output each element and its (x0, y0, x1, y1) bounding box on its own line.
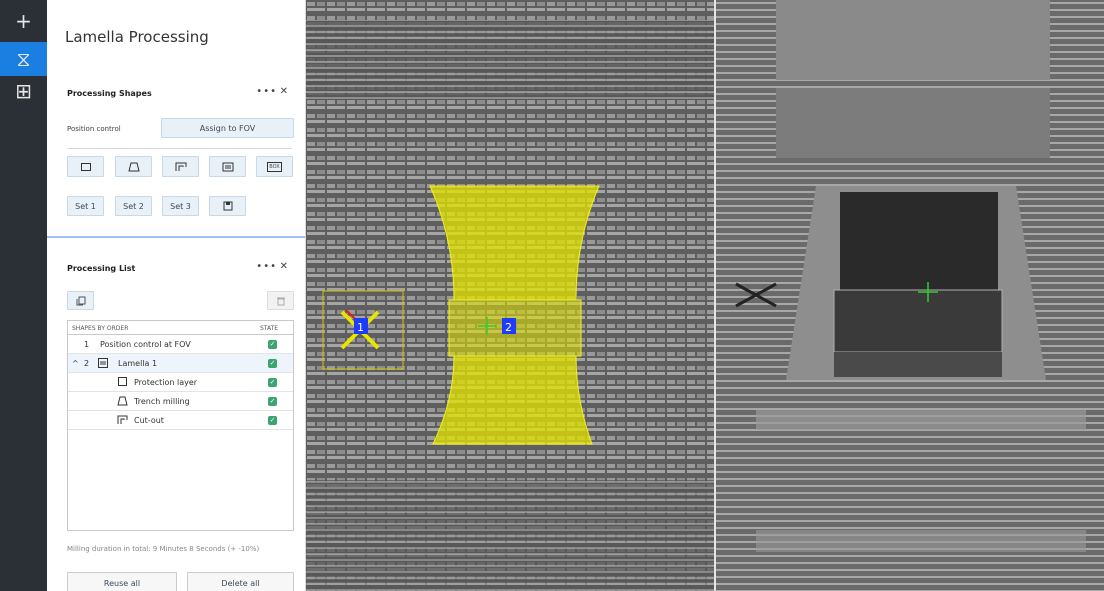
table-row[interactable]: ^ 2 Lamella 1 ✓ (68, 354, 293, 373)
shapes-menu-icon[interactable]: ••• (256, 86, 277, 97)
trapezoid-icon (117, 396, 128, 406)
lamella-icon (222, 162, 233, 171)
marker-2-label: 2 (505, 321, 512, 334)
add-icon[interactable]: + (0, 4, 47, 38)
delete-row-button[interactable] (267, 291, 294, 310)
delete-all-button[interactable]: Delete all (187, 572, 294, 591)
cut-out-icon (117, 415, 128, 424)
row-index: 2 (84, 359, 90, 368)
column-header-state: STATE (260, 325, 279, 332)
trapezoid-icon (127, 162, 140, 171)
hourglass-icon[interactable]: ⧖ (0, 42, 47, 76)
processing-panel: Lamella Processing Processing Shapes •••… (47, 0, 306, 591)
list-section-title: Processing List (67, 264, 136, 273)
sem-view-primary[interactable]: 1 2 (306, 0, 714, 591)
state-check-icon[interactable]: ✓ (268, 378, 277, 387)
sem-image-secondary (716, 0, 1104, 591)
assign-to-fov-button[interactable]: Assign to FOV (161, 118, 294, 138)
row-label: Lamella 1 (118, 359, 158, 368)
list-menu-icon[interactable]: ••• (256, 261, 277, 272)
rectangle-shape-button[interactable] (67, 156, 104, 177)
sem-image-primary: 1 2 (306, 0, 714, 591)
set-2-button[interactable]: Set 2 (115, 196, 152, 216)
table-row[interactable]: 1 Position control at FOV ✓ (68, 335, 293, 354)
table-header: SHAPES BY ORDER STATE (68, 321, 293, 335)
section-divider (47, 236, 305, 238)
save-set-button[interactable] (209, 196, 246, 216)
row-index: 1 (84, 340, 90, 349)
lamella-icon (98, 358, 108, 368)
row-label: Trench milling (134, 397, 190, 406)
state-check-icon[interactable]: ✓ (268, 359, 277, 368)
lamella-shape-button[interactable] (209, 156, 246, 177)
row-label: Position control at FOV (100, 340, 191, 349)
shapes-close-icon[interactable]: ✕ (280, 86, 289, 97)
rectangle-icon (80, 162, 91, 171)
rectangle-icon (118, 377, 127, 386)
list-close-icon[interactable]: ✕ (280, 261, 289, 272)
copy-icon (76, 296, 85, 305)
trapezoid-shape-button[interactable] (115, 156, 152, 177)
box-shape-button[interactable]: BOX (256, 156, 293, 177)
column-header-shapes: SHAPES BY ORDER (72, 325, 129, 332)
table-row[interactable]: Trench milling ✓ (68, 392, 293, 411)
state-check-icon[interactable]: ✓ (268, 340, 277, 349)
trash-icon (276, 297, 285, 305)
position-control-label: Position control (67, 125, 121, 133)
reuse-all-button[interactable]: Reuse all (67, 572, 177, 591)
expand-chevron-icon[interactable]: ^ (72, 359, 79, 368)
cut-out-icon (175, 162, 186, 171)
divider (67, 148, 292, 149)
cut-out-shape-button[interactable] (162, 156, 199, 177)
trench-shape-top[interactable] (429, 185, 600, 301)
sem-view-secondary[interactable] (716, 0, 1104, 591)
trench-shape-bottom[interactable] (432, 355, 593, 445)
set-1-button[interactable]: Set 1 (67, 196, 104, 216)
table-row[interactable]: Cut-out ✓ (68, 411, 293, 430)
box-icon: BOX (267, 161, 282, 172)
shapes-section-title: Processing Shapes (67, 89, 152, 98)
marker-1-label: 1 (357, 321, 364, 334)
milling-duration-text: Milling duration in total: 9 Minutes 8 S… (67, 545, 260, 553)
left-rail: + ⧖ ⊞ (0, 0, 47, 591)
layout-icon[interactable]: ⊞ (0, 74, 47, 108)
row-label: Protection layer (134, 378, 198, 387)
table-row[interactable]: Protection layer ✓ (68, 373, 293, 392)
state-check-icon[interactable]: ✓ (268, 397, 277, 406)
save-icon (223, 201, 232, 211)
row-label: Cut-out (134, 416, 164, 425)
processing-table: SHAPES BY ORDER STATE 1 Position control… (67, 320, 294, 531)
page-title: Lamella Processing (65, 28, 209, 46)
set-3-button[interactable]: Set 3 (162, 196, 199, 216)
state-check-icon[interactable]: ✓ (268, 416, 277, 425)
copy-button[interactable] (67, 291, 94, 310)
